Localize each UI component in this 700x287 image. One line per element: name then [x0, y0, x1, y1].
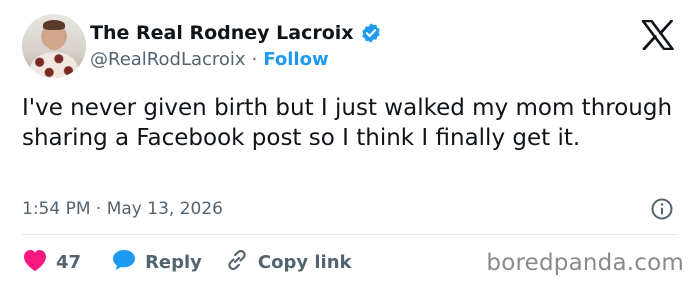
- reply-label: Reply: [145, 252, 202, 273]
- link-icon: [224, 247, 250, 278]
- watermark: boredpanda.com: [486, 250, 684, 276]
- verified-badge-icon: [360, 22, 382, 44]
- author-display-name[interactable]: The Real Rodney Lacroix: [90, 22, 354, 44]
- author-handle[interactable]: @RealRodLacroix: [90, 49, 246, 70]
- info-icon[interactable]: [650, 197, 674, 221]
- avatar-hair: [43, 20, 65, 30]
- tweet-time: 1:54 PM: [22, 199, 91, 219]
- like-button[interactable]: 47: [22, 248, 81, 277]
- tweet-date: May 13, 2026: [106, 199, 223, 219]
- copy-link-label: Copy link: [257, 252, 352, 273]
- handle-separator: ·: [251, 49, 258, 70]
- divider: [22, 234, 678, 235]
- like-count: 47: [56, 252, 82, 273]
- author-name-row: The Real Rodney Lacroix: [90, 22, 382, 44]
- follow-button[interactable]: Follow: [263, 49, 328, 70]
- tweet-actions: 47 Reply Copy link: [22, 247, 374, 278]
- x-logo-icon[interactable]: [641, 19, 675, 51]
- tweet-timestamp[interactable]: 1:54 PM · May 13, 2026: [22, 199, 223, 219]
- reply-bubble-icon: [111, 248, 137, 277]
- timestamp-separator: ·: [95, 199, 102, 219]
- heart-icon: [22, 248, 48, 277]
- author-handle-row: @RealRodLacroix · Follow: [90, 49, 329, 70]
- avatar[interactable]: [22, 14, 86, 78]
- tweet-text: I've never given birth but I just walked…: [22, 95, 673, 151]
- copy-link-button[interactable]: Copy link: [224, 247, 352, 278]
- reply-button[interactable]: Reply: [111, 248, 202, 277]
- avatar-shirt: [30, 52, 78, 78]
